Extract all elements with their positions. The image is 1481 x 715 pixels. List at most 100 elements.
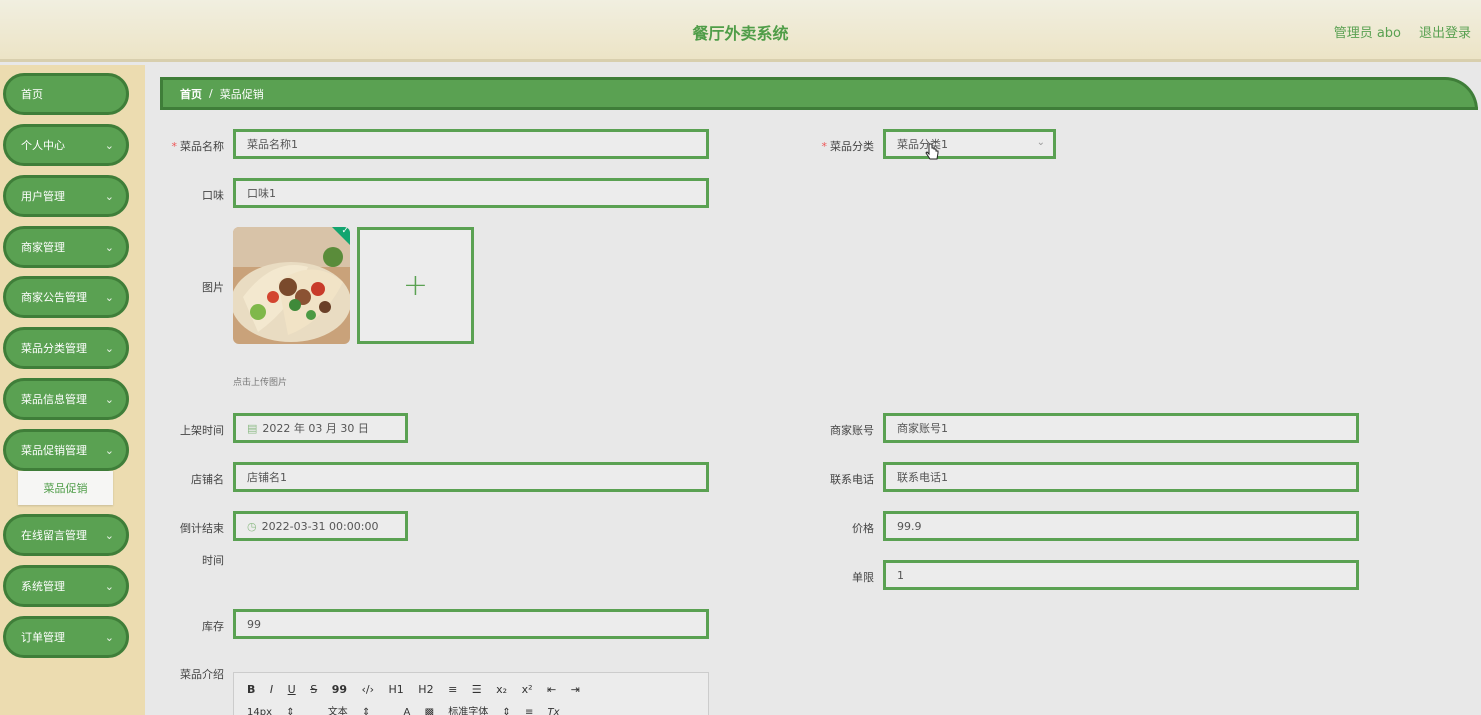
required-mark: * bbox=[171, 140, 178, 153]
editor-toolbar-row-2: 14px ⇕ 文本 ⇕ A ▩ 标准字体 ⇕ ≡ Tx bbox=[247, 703, 571, 715]
upload-hint: 点击上传图片 bbox=[233, 378, 288, 388]
dish-name-input[interactable]: 菜品名称1 bbox=[233, 129, 709, 159]
flavor-label: 口味 bbox=[202, 189, 224, 202]
sidebar-item-label: 个人中心 bbox=[21, 139, 65, 152]
sidebar-item-label: 用户管理 bbox=[21, 190, 65, 203]
sidebar-item-home[interactable]: 首页 bbox=[3, 73, 129, 115]
current-user-label[interactable]: 管理员 abo bbox=[1334, 22, 1401, 41]
calendar-icon: ▤ bbox=[247, 421, 258, 435]
breadcrumb: 首页 / 菜品促销 bbox=[160, 77, 1478, 110]
strike-button[interactable]: S bbox=[310, 683, 317, 696]
clock-icon: ◷ bbox=[247, 519, 257, 533]
sidebar-item-online-message[interactable]: 在线留言管理 ⌄ bbox=[3, 514, 129, 556]
image-label: 图片 bbox=[202, 281, 224, 294]
stock-label: 库存 bbox=[202, 620, 224, 633]
sidebar-item-user-management[interactable]: 用户管理 ⌄ bbox=[3, 175, 129, 217]
dish-category-value: 菜品分类1 bbox=[897, 138, 948, 151]
clear-format-button[interactable]: Tx bbox=[548, 707, 560, 715]
chevron-down-icon: ⌄ bbox=[104, 393, 114, 406]
logout-link[interactable]: 退出登录 bbox=[1419, 22, 1471, 41]
stock-input[interactable]: 99 bbox=[233, 609, 709, 639]
app-title: 餐厅外卖系统 bbox=[692, 24, 789, 43]
rich-text-editor[interactable]: B I U S 99 ‹/› H1 H2 ≡ ☰ x₂ x² ⇤ ⇥ 14px … bbox=[233, 672, 709, 715]
bullet-list-button[interactable]: ☰ bbox=[472, 683, 482, 696]
sidebar-item-dish-promotion[interactable]: 菜品促销管理 ⌄ bbox=[3, 429, 129, 471]
sidebar-item-dish-info[interactable]: 菜品信息管理 ⌄ bbox=[3, 378, 129, 420]
italic-button[interactable]: I bbox=[270, 683, 273, 696]
ordered-list-button[interactable]: ≡ bbox=[448, 683, 457, 696]
add-image-button[interactable]: + bbox=[357, 227, 474, 344]
block-type-select[interactable]: 文本 bbox=[328, 707, 348, 715]
store-name-input[interactable]: 店铺名1 bbox=[233, 462, 709, 492]
dish-category-select[interactable]: 菜品分类1 ⌄ bbox=[883, 129, 1056, 159]
chevron-down-icon: ⌄ bbox=[104, 241, 114, 254]
listing-time-value: 2022 年 03 月 30 日 bbox=[262, 422, 369, 435]
font-size-select[interactable]: 14px bbox=[247, 707, 272, 715]
block-type-arrow-icon: ⇕ bbox=[361, 707, 371, 715]
indent-button[interactable]: ⇥ bbox=[571, 683, 580, 696]
sidebar-item-merchant-notice[interactable]: 商家公告管理 ⌄ bbox=[3, 276, 129, 318]
chevron-down-icon: ⌄ bbox=[1036, 137, 1045, 148]
chevron-down-icon: ⌄ bbox=[104, 342, 114, 355]
font-family-select[interactable]: 标准字体 bbox=[448, 707, 488, 715]
contact-phone-input[interactable]: 联系电话1 bbox=[883, 462, 1359, 492]
limit-label: 单限 bbox=[852, 571, 874, 584]
sidebar-item-system-management[interactable]: 系统管理 ⌄ bbox=[3, 565, 129, 607]
flavor-input[interactable]: 口味1 bbox=[233, 178, 709, 208]
price-input[interactable]: 99.9 bbox=[883, 511, 1359, 541]
chevron-down-icon: ⌄ bbox=[104, 631, 114, 644]
merchant-account-input[interactable]: 商家账号1 bbox=[883, 413, 1359, 443]
breadcrumb-home[interactable]: 首页 bbox=[180, 86, 202, 102]
check-icon: ✓ bbox=[341, 227, 349, 236]
sidebar-item-label: 在线留言管理 bbox=[21, 529, 87, 542]
contact-phone-label: 联系电话 bbox=[830, 473, 874, 486]
font-size-arrow-icon: ⇕ bbox=[286, 707, 295, 715]
listing-time-datepicker[interactable]: ▤ 2022 年 03 月 30 日 bbox=[233, 413, 408, 443]
chevron-down-icon: ⌄ bbox=[104, 291, 114, 304]
limit-input[interactable]: 1 bbox=[883, 560, 1359, 590]
sidebar-item-personal-center[interactable]: 个人中心 ⌄ bbox=[3, 124, 129, 166]
superscript-button[interactable]: x² bbox=[522, 683, 533, 696]
font-family-arrow-icon: ⇕ bbox=[502, 707, 511, 715]
uploaded-dish-image[interactable]: ✓ bbox=[233, 227, 350, 344]
sidebar-item-label: 订单管理 bbox=[21, 631, 65, 644]
intro-label: 菜品介绍 bbox=[180, 668, 224, 681]
chevron-down-icon: ⌄ bbox=[104, 139, 114, 152]
underline-button[interactable]: U bbox=[288, 683, 296, 696]
subscript-button[interactable]: x₂ bbox=[496, 683, 507, 696]
outdent-button[interactable]: ⇤ bbox=[547, 683, 556, 696]
required-mark: * bbox=[821, 140, 828, 153]
countdown-end-label: 倒计结束 bbox=[180, 522, 224, 535]
breadcrumb-separator: / bbox=[209, 87, 213, 100]
code-block-button[interactable]: ‹/› bbox=[362, 683, 375, 696]
sidebar-item-label: 商家管理 bbox=[21, 241, 65, 254]
heading1-button[interactable]: H1 bbox=[389, 683, 404, 696]
blockquote-button[interactable]: 99 bbox=[332, 683, 347, 696]
sidebar-item-order-management[interactable]: 订单管理 ⌄ bbox=[3, 616, 129, 658]
sidebar-item-label: 菜品信息管理 bbox=[21, 393, 87, 406]
hand-pointer-icon bbox=[925, 143, 939, 160]
countdown-end-value: 2022-03-31 00:00:00 bbox=[261, 519, 379, 533]
sidebar-item-merchant-management[interactable]: 商家管理 ⌄ bbox=[3, 226, 129, 268]
dish-name-label: * 菜品名称 bbox=[171, 140, 225, 153]
font-color-button[interactable]: A bbox=[404, 707, 411, 715]
background-color-button[interactable]: ▩ bbox=[425, 707, 434, 715]
sidebar-item-dish-category[interactable]: 菜品分类管理 ⌄ bbox=[3, 327, 129, 369]
sidebar-item-label: 商家公告管理 bbox=[21, 291, 87, 304]
sidebar-item-label: 菜品分类管理 bbox=[21, 342, 87, 355]
align-button[interactable]: ≡ bbox=[525, 707, 533, 715]
price-label: 价格 bbox=[852, 522, 874, 535]
chevron-down-icon: ⌄ bbox=[104, 580, 114, 593]
top-header: 餐厅外卖系统 管理员 abo 退出登录 bbox=[0, 0, 1481, 62]
editor-toolbar-row-1: B I U S 99 ‹/› H1 H2 ≡ ☰ x₂ x² ⇤ ⇥ bbox=[247, 683, 591, 696]
chevron-down-icon: ⌄ bbox=[104, 444, 114, 457]
submenu-item-dish-promotion[interactable]: 菜品促销 bbox=[18, 471, 113, 505]
bold-button[interactable]: B bbox=[247, 683, 255, 696]
store-name-label: 店铺名 bbox=[191, 473, 224, 486]
sidebar-item-label: 系统管理 bbox=[21, 580, 65, 593]
chevron-down-icon: ⌄ bbox=[104, 190, 114, 203]
chevron-down-icon: ⌄ bbox=[104, 529, 114, 542]
sidebar-item-label: 菜品促销管理 bbox=[21, 444, 87, 457]
countdown-end-datetimepicker[interactable]: ◷ 2022-03-31 00:00:00 bbox=[233, 511, 408, 541]
heading2-button[interactable]: H2 bbox=[418, 683, 433, 696]
